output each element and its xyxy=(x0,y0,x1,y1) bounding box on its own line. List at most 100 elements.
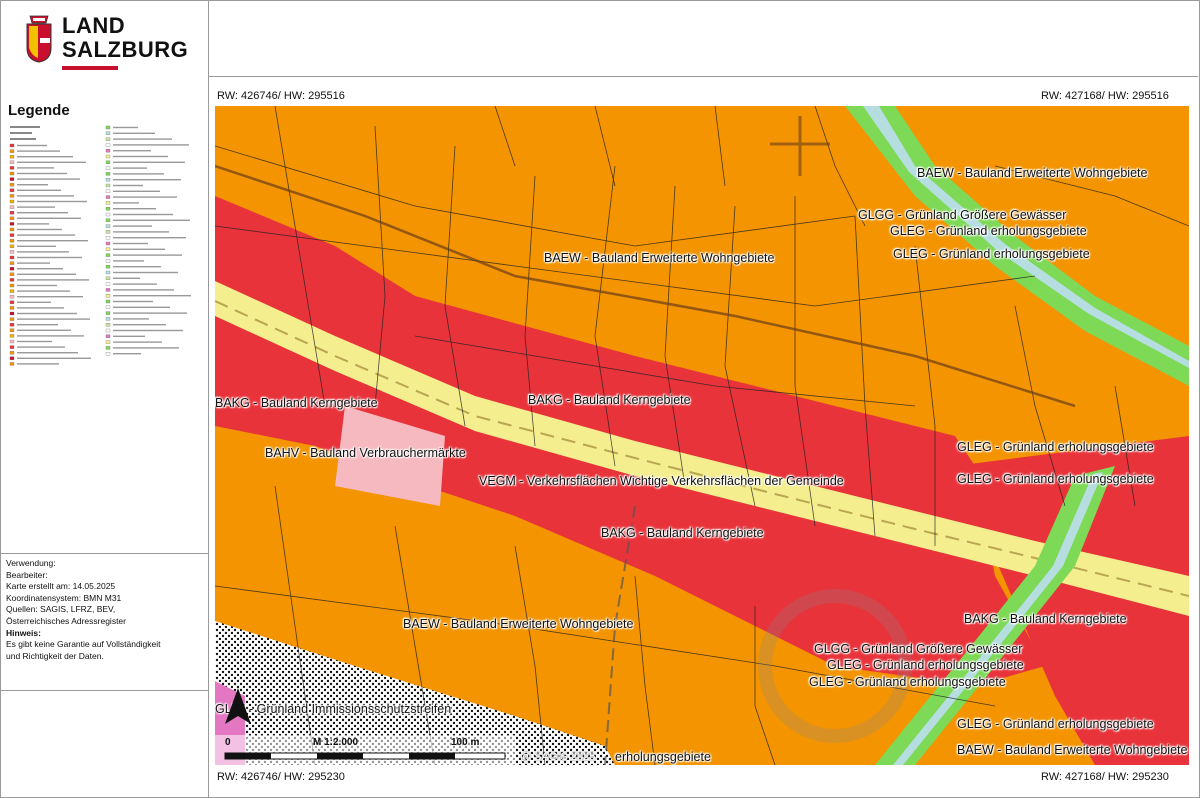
legend-swatch xyxy=(9,155,15,159)
legend-text-line xyxy=(113,144,189,146)
legend-swatch xyxy=(9,177,15,181)
legend-swatch xyxy=(9,272,15,276)
map-label: BAEW - Bauland Erweiterte Wohngebiete xyxy=(917,166,1148,180)
legend-text-line xyxy=(17,284,57,287)
legend-swatch xyxy=(105,294,111,298)
legend-text-line xyxy=(17,240,88,242)
legend-text-line xyxy=(17,178,80,180)
legend-swatch xyxy=(9,149,15,153)
info-bearbeiter: Bearbeiter: xyxy=(6,569,48,580)
map-label: BAHV - Bauland Verbrauchermärkte xyxy=(265,446,466,460)
legend-text-line xyxy=(17,234,75,236)
legend-text-line xyxy=(113,179,181,181)
info-box: Verwendung: Bearbeiter: Karte erstellt a… xyxy=(0,553,208,691)
map-label: GLEG - Grünland erholungsgebiete xyxy=(957,440,1154,454)
legend-swatch xyxy=(9,188,15,192)
legend-swatch xyxy=(105,346,111,350)
coord-bottom-right: RW: 427168/ HW: 295230 xyxy=(1041,771,1169,783)
legend-swatch xyxy=(9,183,15,187)
legend-swatch xyxy=(105,241,111,246)
map-label: erholungsgebiete xyxy=(615,750,711,764)
legend-text-line xyxy=(17,217,81,219)
legend-text-line xyxy=(17,324,58,326)
scale-zero: 0 xyxy=(225,737,231,748)
legend-text-line xyxy=(17,301,51,303)
legend-text-line xyxy=(17,156,73,158)
legend-text-line xyxy=(17,200,87,203)
legend-swatch xyxy=(9,239,15,243)
legend-swatch xyxy=(105,183,111,188)
legend-swatch xyxy=(9,255,15,260)
legend-text-line xyxy=(113,155,168,158)
legend-text-line xyxy=(113,161,185,163)
legend-swatch xyxy=(105,328,111,333)
legend-swatch xyxy=(105,178,111,182)
legend-text-line xyxy=(113,132,155,134)
legend-swatch xyxy=(105,189,111,193)
left-panel: LAND SALZBURG Legende Verwendung: Bearbe… xyxy=(0,0,209,798)
legend-swatch xyxy=(105,224,111,228)
legend-swatch xyxy=(9,317,15,321)
legend-text-line xyxy=(17,167,54,169)
legend-swatch xyxy=(105,282,111,286)
legend-swatch xyxy=(105,299,111,304)
legend-swatch xyxy=(105,340,111,344)
legend-text-line xyxy=(113,231,169,233)
legend-text-line xyxy=(17,212,68,214)
legend-swatch xyxy=(105,270,111,275)
legend-swatch xyxy=(9,356,15,360)
legend-text-line xyxy=(113,318,149,320)
legend-text-line xyxy=(17,184,48,186)
legend-swatch xyxy=(9,143,15,148)
legend-swatch xyxy=(105,276,111,280)
legend-swatch xyxy=(9,311,15,316)
zoning-map xyxy=(215,106,1189,765)
legend-swatch xyxy=(9,278,15,282)
legend-swatch xyxy=(105,334,111,338)
legend-text-line xyxy=(113,254,182,256)
legend-text-line xyxy=(113,306,170,308)
legend-text-line xyxy=(17,335,84,337)
legend-swatch xyxy=(105,125,111,130)
legend-swatch xyxy=(105,317,111,321)
legend-swatch xyxy=(105,288,111,292)
legend-text-line xyxy=(113,347,179,349)
logo-line2: SALZBURG xyxy=(62,37,189,62)
map-label: GLGG - Grünland Größere Gewässer xyxy=(858,208,1067,222)
legend-text-line xyxy=(113,300,153,303)
legend-text-line xyxy=(113,219,190,221)
legend-text-line xyxy=(17,307,64,309)
legend-swatch xyxy=(105,195,111,199)
logo-underline xyxy=(62,66,118,70)
legend-text-line xyxy=(113,190,160,192)
legend-text-line xyxy=(17,161,86,163)
legend-text-line xyxy=(17,312,77,315)
legend-swatch xyxy=(9,171,15,176)
legend-swatch xyxy=(9,283,15,288)
legend-text-line xyxy=(113,283,157,285)
legend-swatch xyxy=(105,212,111,217)
legend-swatch xyxy=(9,289,15,293)
north-arrow-icon xyxy=(225,688,251,724)
info-erstellt: Karte erstellt am: 14.05.2025 xyxy=(6,581,116,592)
map-label: BAKG - Bauland Kerngebiete xyxy=(215,396,378,410)
legend-swatch xyxy=(9,261,15,265)
map-label: GLEG - Grünland erholungsgebiete xyxy=(957,472,1154,486)
legend-text-line xyxy=(113,202,139,204)
legend-text-line xyxy=(113,277,140,279)
map-canvas[interactable]: BAEW - Bauland Erweiterte Wohngebiete GL… xyxy=(215,106,1189,765)
info-hinweis: Hinweis: xyxy=(6,627,41,638)
legend-swatch xyxy=(105,137,111,141)
legend-text-line xyxy=(113,213,173,216)
legend-text-line xyxy=(17,340,52,343)
legend-text-line xyxy=(113,184,143,187)
legend-swatch xyxy=(105,230,111,234)
legend-text-line xyxy=(17,172,67,175)
legend-text-line xyxy=(113,138,172,140)
legend-swatch xyxy=(105,131,111,135)
legend-text-line xyxy=(113,271,178,274)
legend-text-line xyxy=(113,353,141,355)
legend-text-line xyxy=(17,318,90,320)
legend-swatch xyxy=(9,160,15,164)
map-label: BAEW - Bauland Erweiterte Wohngebiete xyxy=(544,251,775,265)
